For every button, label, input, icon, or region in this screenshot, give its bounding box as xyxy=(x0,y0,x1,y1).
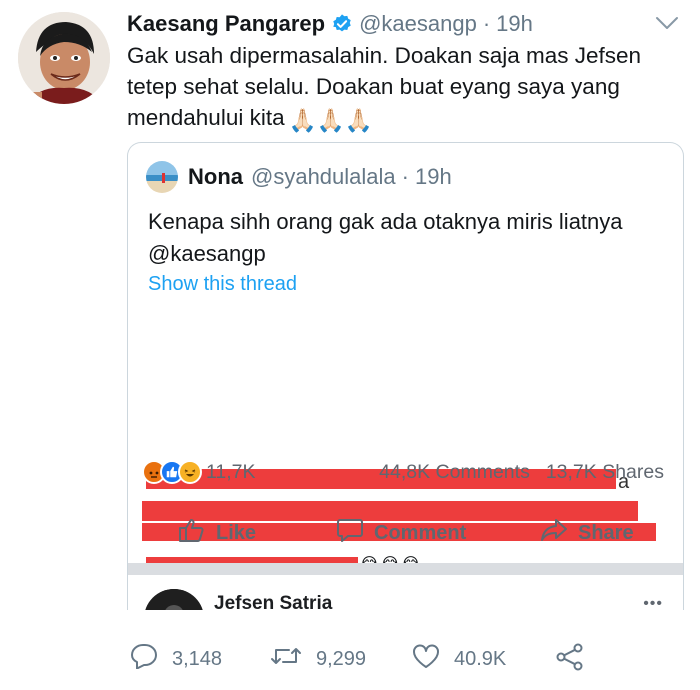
commenter-avatar[interactable] xyxy=(144,589,204,610)
verified-badge-icon xyxy=(331,13,353,35)
share-arrow-icon xyxy=(540,517,568,549)
cut-off-text-line xyxy=(143,309,663,317)
reply-count: 3,148 xyxy=(172,647,223,670)
tweet-time[interactable]: 19h xyxy=(496,11,533,37)
share-label: Share xyxy=(578,521,634,544)
more-options-icon[interactable]: ••• xyxy=(643,595,663,610)
author-name[interactable]: Kaesang Pangarep xyxy=(127,11,325,37)
facebook-share-button[interactable]: Share xyxy=(540,517,634,549)
quote-header: Nona @syahdulalala · 19h xyxy=(146,159,452,195)
quote-avatar[interactable] xyxy=(146,161,178,193)
comment-label: Comment xyxy=(374,521,467,544)
haha-reaction-icon xyxy=(178,460,202,484)
share-tweet-button[interactable] xyxy=(555,643,585,676)
like-count: 40.9K xyxy=(454,647,507,670)
quote-author-name[interactable]: Nona xyxy=(188,164,243,190)
facebook-comment-button[interactable]: Comment xyxy=(336,517,466,549)
quote-time[interactable]: 19h xyxy=(415,164,452,190)
tweet-text: Gak usah dipermasalahin. Doakan saja mas… xyxy=(127,40,672,136)
comment-preview: Jefsen Satria ••• xyxy=(128,575,683,610)
like-button[interactable]: 40.9K xyxy=(412,643,506,675)
facebook-like-button[interactable]: Like xyxy=(178,517,256,549)
author-handle[interactable]: @kaesangp xyxy=(359,11,477,37)
show-thread-link[interactable]: Show this thread xyxy=(148,273,297,296)
reaction-stats: 11,7K 44,8K Comments 13,7K Shares xyxy=(142,458,664,486)
reaction-count[interactable]: 11,7K xyxy=(206,461,256,484)
retweet-icon xyxy=(270,643,302,675)
shares-count[interactable]: 13,7K Shares xyxy=(546,461,664,484)
retweet-count: 9,299 xyxy=(316,647,367,670)
tweet-body: Gak usah dipermasalahin. Doakan saja mas… xyxy=(127,43,642,130)
quote-separator-dot: · xyxy=(401,164,409,189)
author-avatar[interactable] xyxy=(18,12,110,104)
reply-icon xyxy=(130,643,158,675)
thumbs-up-icon xyxy=(178,517,206,549)
share-icon xyxy=(555,643,585,675)
reply-button[interactable]: 3,148 xyxy=(130,643,222,675)
like-label: Like xyxy=(216,521,257,544)
praying-hands-emoji: 🙏🏻🙏🏻🙏🏻 xyxy=(288,108,373,133)
comments-count[interactable]: 44,8K Comments xyxy=(379,461,530,484)
comment-bubble-icon xyxy=(336,517,364,549)
section-divider xyxy=(128,563,683,575)
retweet-button[interactable]: 9,299 xyxy=(270,643,366,675)
heart-icon xyxy=(412,643,440,675)
chevron-down-icon[interactable] xyxy=(654,12,680,38)
reaction-icons xyxy=(142,460,202,484)
quote-author-handle[interactable]: @syahdulalala xyxy=(251,164,396,190)
separator-dot: · xyxy=(482,11,491,36)
quote-text: Kenapa sihh orang gak ada otaknya miris … xyxy=(148,209,623,266)
tweet-header: Kaesang Pangarep @kaesangp · 19h xyxy=(127,8,680,40)
commenter-name[interactable]: Jefsen Satria xyxy=(214,593,332,610)
